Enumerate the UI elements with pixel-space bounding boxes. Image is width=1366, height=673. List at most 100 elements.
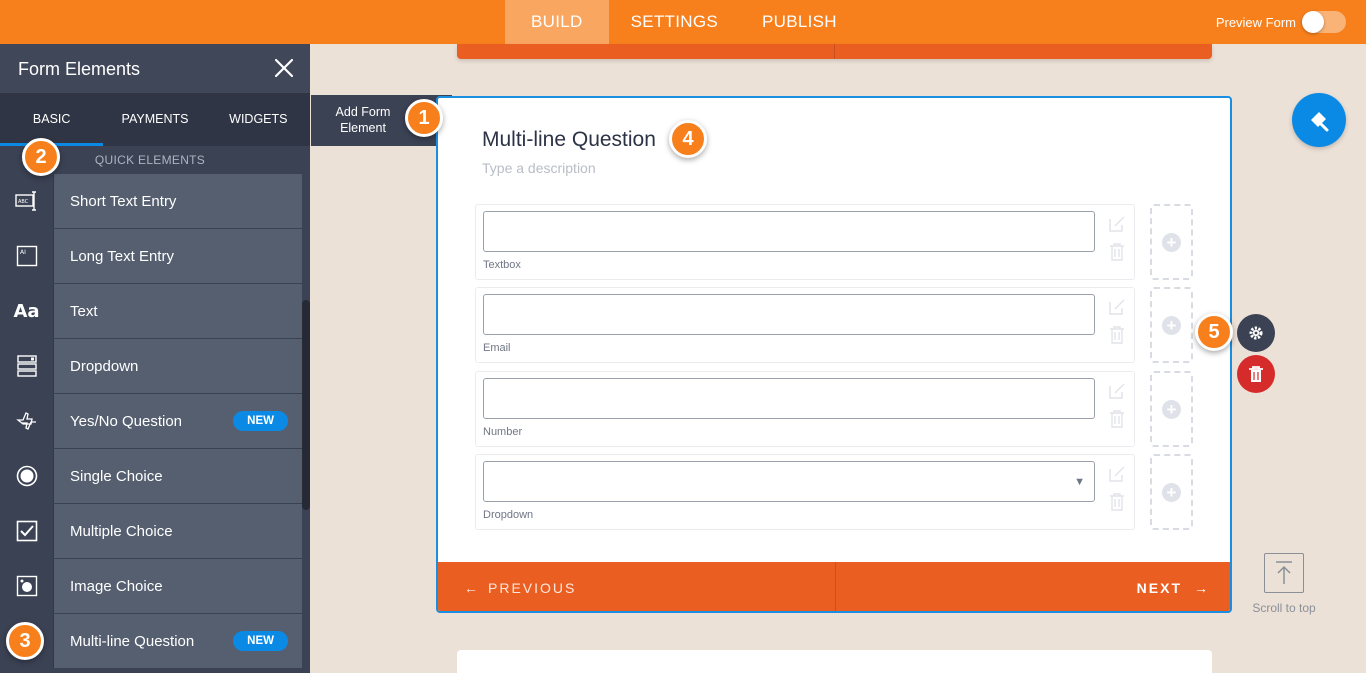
svg-text:AI: AI <box>20 249 26 256</box>
sidebar-scrollbar[interactable] <box>302 146 310 673</box>
field-row-number: Number <box>475 371 1135 447</box>
image-choice-icon <box>16 575 37 597</box>
long-text-icon: AI <box>16 245 37 267</box>
question-title[interactable]: Multi-line Question <box>482 128 656 152</box>
trash-icon[interactable] <box>1109 410 1125 428</box>
next-button[interactable]: NEXT → <box>1136 562 1210 611</box>
preview-form-toggle[interactable] <box>1302 11 1346 33</box>
top-bar: BUILD SETTINGS PUBLISH Preview Form <box>0 0 1366 44</box>
edit-icon[interactable] <box>1108 215 1126 233</box>
radio-icon <box>16 465 37 487</box>
preview-form-label: Preview Form <box>1215 14 1296 30</box>
arrow-left-icon: ← <box>464 580 480 596</box>
scroll-to-top-label: Scroll to top <box>1252 601 1316 615</box>
form-designer-button[interactable] <box>1292 93 1346 147</box>
element-dropdown[interactable]: Dropdown <box>0 339 302 394</box>
element-single-choice[interactable]: Single Choice <box>0 449 302 504</box>
new-badge: NEW <box>233 631 288 651</box>
delete-element-button[interactable] <box>1237 355 1275 393</box>
step-badge-4: 4 <box>669 120 707 158</box>
email-input[interactable] <box>483 294 1095 335</box>
sidebar-title: Form Elements <box>18 59 141 79</box>
add-form-element-line1: Add Form <box>335 105 391 119</box>
plus-icon: + <box>1162 316 1181 335</box>
checkbox-icon <box>16 520 37 542</box>
element-label: Single Choice <box>70 467 163 485</box>
previous-button[interactable]: ← PREVIOUS <box>464 562 577 611</box>
scroll-to-top-button[interactable]: Scroll to top <box>1252 553 1316 615</box>
next-label: NEXT <box>1136 580 1182 596</box>
gear-icon <box>1249 326 1263 340</box>
question-description[interactable]: Type a description <box>482 160 596 176</box>
field-sublabel: Textbox <box>483 259 521 271</box>
number-input[interactable] <box>483 378 1095 419</box>
add-field-box[interactable]: + <box>1150 454 1193 530</box>
add-field-box[interactable]: + <box>1150 371 1193 447</box>
nav-publish[interactable]: PUBLISH <box>740 0 859 44</box>
element-label: Yes/No Question <box>70 412 183 430</box>
element-multi-line-question[interactable]: Multi-line Question NEW <box>0 614 302 669</box>
field-row-textbox: Textbox <box>475 204 1135 280</box>
step-badge-1: 1 <box>405 99 443 137</box>
trash-icon[interactable] <box>1109 493 1125 511</box>
previous-label: PREVIOUS <box>488 580 577 596</box>
element-short-text-entry[interactable]: ABC Short Text Entry <box>0 174 302 229</box>
textbox-input[interactable] <box>483 211 1095 252</box>
element-image-choice[interactable]: Image Choice <box>0 559 302 614</box>
arrow-up-icon <box>1276 561 1292 584</box>
new-badge: NEW <box>233 411 288 431</box>
edit-icon[interactable] <box>1108 382 1126 400</box>
element-label: Multiple Choice <box>70 522 173 540</box>
dropdown-icon <box>16 355 37 377</box>
yes-no-icon <box>15 412 36 430</box>
tab-widgets[interactable]: WIDGETS <box>207 93 310 146</box>
element-label: Long Text Entry <box>70 247 174 265</box>
tab-basic[interactable]: BASIC <box>0 93 104 146</box>
preview-form: Preview Form <box>1216 0 1346 44</box>
plus-icon: + <box>1162 400 1181 419</box>
dropdown-select[interactable]: ▼ <box>483 461 1095 502</box>
trash-icon[interactable] <box>1109 243 1125 261</box>
field-sublabel: Number <box>483 426 523 438</box>
next-card <box>457 650 1212 673</box>
plus-icon: + <box>1162 483 1181 502</box>
step-badge-3: 3 <box>6 622 44 660</box>
nav-build[interactable]: BUILD <box>505 0 609 44</box>
element-label: Short Text Entry <box>70 192 177 210</box>
edit-icon[interactable] <box>1108 465 1126 483</box>
trash-icon[interactable] <box>1109 326 1125 344</box>
element-label: Text <box>70 302 98 320</box>
edit-icon[interactable] <box>1108 298 1126 316</box>
properties-button[interactable] <box>1237 314 1275 352</box>
short-text-icon: ABC <box>14 191 36 211</box>
element-label: Dropdown <box>70 357 139 375</box>
add-field-box[interactable]: + <box>1150 204 1193 280</box>
step-badge-2: 2 <box>22 138 60 176</box>
element-label: Image Choice <box>70 577 163 595</box>
trash-icon <box>1249 365 1263 382</box>
plus-icon: + <box>1162 233 1181 252</box>
field-row-dropdown: ▼ Dropdown <box>475 454 1135 530</box>
previous-card-footer <box>457 44 1212 59</box>
caret-down-icon: ▼ <box>1074 476 1085 488</box>
nav-settings[interactable]: SETTINGS <box>609 0 740 44</box>
close-icon[interactable] <box>272 56 296 80</box>
element-text[interactable]: Aa Text <box>0 284 302 339</box>
element-yes-no-question[interactable]: Yes/No Question NEW <box>0 394 302 449</box>
text-aa-icon: Aa <box>13 300 40 322</box>
field-row-email: Email <box>475 287 1135 363</box>
sidebar-header: Form Elements <box>0 44 310 93</box>
element-list: ABC Short Text Entry AI Long Text Entry … <box>0 174 302 669</box>
field-sublabel: Email <box>483 342 511 354</box>
top-nav: BUILD SETTINGS PUBLISH <box>505 0 859 44</box>
element-label: Multi-line Question <box>70 632 195 650</box>
arrow-right-icon: → <box>1194 580 1210 596</box>
tab-payments[interactable]: PAYMENTS <box>103 93 206 146</box>
add-field-box[interactable]: + <box>1150 287 1193 363</box>
element-long-text-entry[interactable]: AI Long Text Entry <box>0 229 302 284</box>
element-multiple-choice[interactable]: Multiple Choice <box>0 504 302 559</box>
multi-line-question-card[interactable]: Multi-line Question Type a description T… <box>436 96 1232 613</box>
card-footer: ← PREVIOUS NEXT → <box>438 562 1230 611</box>
step-badge-5: 5 <box>1195 313 1233 351</box>
paint-roller-icon <box>1311 112 1329 132</box>
